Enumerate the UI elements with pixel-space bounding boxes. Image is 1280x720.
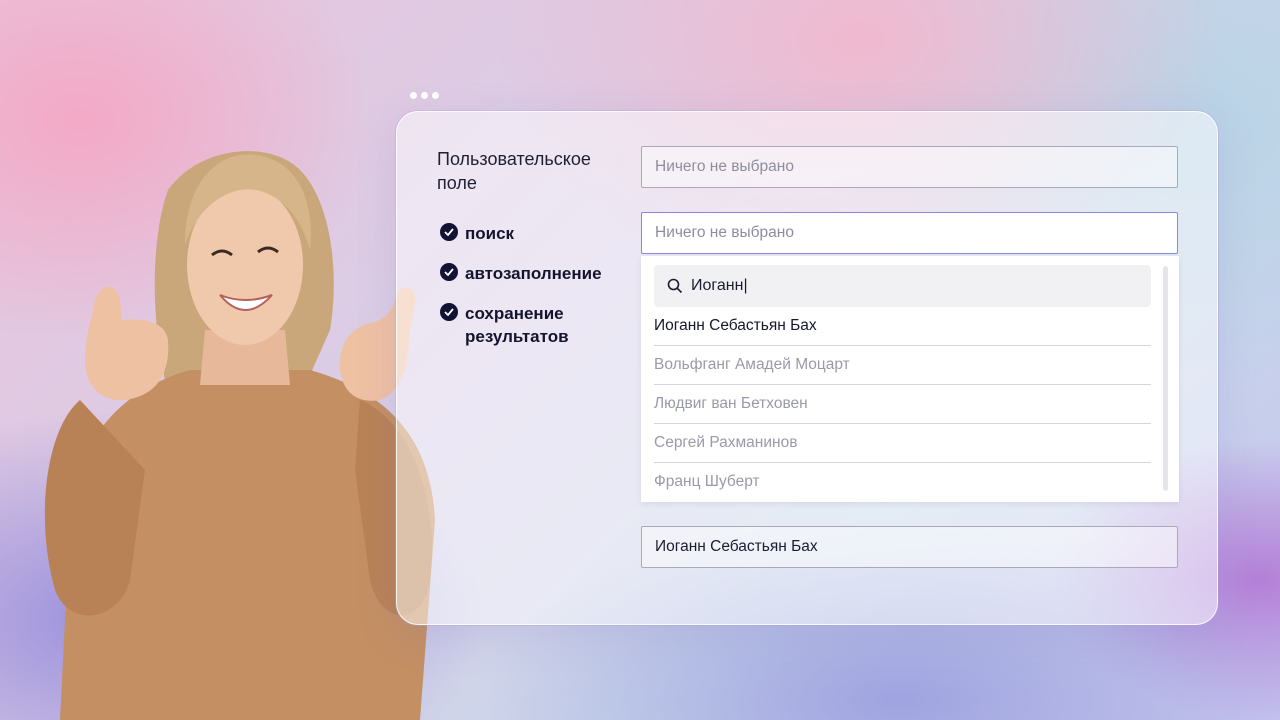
dropdown-search[interactable] bbox=[654, 265, 1151, 307]
person-thumbs-up-image bbox=[44, 151, 435, 720]
dot bbox=[432, 92, 439, 99]
option-list: Иоганн Себастьян Бах Вольфганг Амадей Мо… bbox=[654, 307, 1151, 501]
custom-field-label: Пользовательское поле bbox=[437, 149, 591, 193]
feature-label: автозаполнение bbox=[465, 264, 602, 283]
feature-label: сохранение результатов bbox=[465, 304, 569, 346]
feature-item: поиск bbox=[440, 222, 615, 245]
feature-item: автозаполнение bbox=[440, 262, 615, 285]
result-select[interactable]: Иоганн Себастьян Бах bbox=[641, 526, 1178, 568]
option-item[interactable]: Иоганн Себастьян Бах bbox=[654, 307, 1151, 346]
feature-list: поиск автозаполнение сохранение результа… bbox=[440, 222, 615, 365]
option-item[interactable]: Сергей Рахманинов bbox=[654, 424, 1151, 463]
select-dropdown: Иоганн Себастьян Бах Вольфганг Амадей Мо… bbox=[641, 256, 1179, 502]
select-placeholder: Ничего не выбрано bbox=[655, 158, 794, 175]
custom-field-select[interactable]: Ничего не выбрано bbox=[641, 146, 1178, 188]
search-icon bbox=[667, 278, 683, 299]
check-circle-icon bbox=[440, 303, 458, 321]
option-item[interactable]: Людвиг ван Бетховен bbox=[654, 385, 1151, 424]
check-circle-icon bbox=[440, 263, 458, 281]
option-item[interactable]: Франц Шуберт bbox=[654, 463, 1151, 501]
option-item[interactable]: Вольфганг Амадей Моцарт bbox=[654, 346, 1151, 385]
dot bbox=[421, 92, 428, 99]
select-placeholder: Ничего не выбрано bbox=[655, 224, 794, 241]
search-input[interactable] bbox=[691, 265, 1131, 307]
window-dots bbox=[410, 92, 439, 99]
searchable-select[interactable]: Ничего не выбрано bbox=[641, 212, 1178, 254]
feature-label: поиск bbox=[465, 224, 515, 243]
feature-item: сохранение результатов bbox=[440, 302, 615, 348]
dropdown-scrollbar[interactable] bbox=[1163, 266, 1168, 491]
result-value: Иоганн Себастьян Бах bbox=[655, 538, 818, 555]
check-circle-icon bbox=[440, 223, 458, 241]
dot bbox=[410, 92, 417, 99]
